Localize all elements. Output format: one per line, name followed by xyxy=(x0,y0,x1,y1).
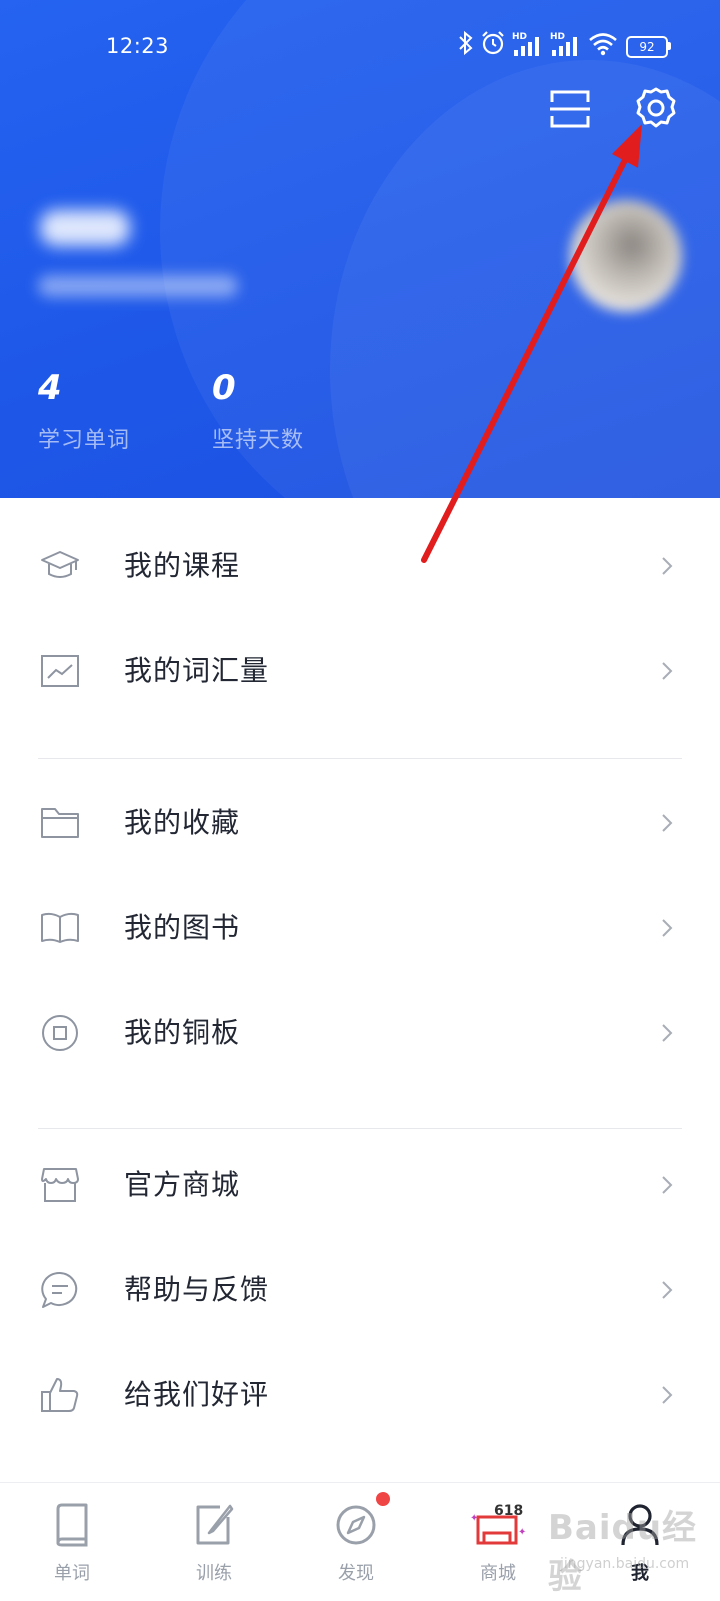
watermark-url: jingyan.baidu.com xyxy=(560,1556,690,1572)
svg-text:HD: HD xyxy=(512,32,527,42)
shop-618-icon: 618 ✦ ✦ xyxy=(470,1503,526,1547)
stat-days[interactable]: 0 坚持天数 xyxy=(212,368,304,454)
menu-item-label: 我的图书 xyxy=(124,911,241,944)
tab-words[interactable]: 单词 xyxy=(0,1483,144,1601)
menu-item-label: 我的课程 xyxy=(124,549,241,582)
menu-item-label: 我的词汇量 xyxy=(124,654,270,687)
menu-item-favorites[interactable]: 我的收藏 xyxy=(0,770,720,876)
avatar[interactable] xyxy=(570,200,682,312)
edit-icon xyxy=(194,1503,234,1547)
bluetooth-icon xyxy=(458,30,474,60)
svg-text:HD: HD xyxy=(550,32,565,42)
stat-value: 4 xyxy=(38,368,62,408)
divider xyxy=(38,758,682,759)
menu-item-courses[interactable]: 我的课程 xyxy=(0,513,720,619)
watermark: Baidu经验 xyxy=(548,1508,698,1597)
divider xyxy=(38,1128,682,1129)
promo-text: 618 xyxy=(494,1503,523,1519)
menu-item-label: 官方商城 xyxy=(124,1168,241,1201)
chevron-right-icon xyxy=(660,812,674,834)
menu-item-label: 帮助与反馈 xyxy=(124,1273,270,1306)
user-name-blurred xyxy=(40,210,130,246)
signal-hd-icon: HD xyxy=(550,30,582,62)
chevron-right-icon xyxy=(660,1279,674,1301)
user-id-blurred xyxy=(38,275,238,297)
folder-icon xyxy=(40,803,80,843)
stat-label: 学习单词 xyxy=(38,428,131,453)
battery-icon: 92 xyxy=(626,36,668,58)
compass-icon xyxy=(336,1503,376,1547)
notification-badge xyxy=(376,1492,390,1506)
chevron-right-icon xyxy=(660,1384,674,1406)
menu-item-store[interactable]: 官方商城 xyxy=(0,1132,720,1238)
stat-label: 坚持天数 xyxy=(212,428,305,453)
chart-icon xyxy=(40,651,80,691)
menu-item-help-feedback[interactable]: 帮助与反馈 xyxy=(0,1237,720,1343)
stat-words[interactable]: 4 学习单词 xyxy=(38,368,130,454)
chevron-right-icon xyxy=(660,917,674,939)
store-icon xyxy=(40,1165,80,1205)
tab-training[interactable]: 训练 xyxy=(142,1483,286,1601)
menu-item-rate-us[interactable]: 给我们好评 xyxy=(0,1342,720,1448)
gear-icon[interactable] xyxy=(634,86,678,134)
menu-item-label: 我的收藏 xyxy=(124,806,241,839)
book-icon xyxy=(52,1503,92,1547)
tab-label: 单词 xyxy=(54,1563,90,1584)
menu-item-label: 我的铜板 xyxy=(124,1016,241,1049)
chevron-right-icon xyxy=(660,660,674,682)
wifi-icon xyxy=(588,30,618,60)
coin-icon xyxy=(40,1013,80,1053)
chevron-right-icon xyxy=(660,1022,674,1044)
graduation-cap-icon xyxy=(40,546,80,586)
chat-icon xyxy=(40,1270,80,1310)
menu-item-coins[interactable]: 我的铜板 xyxy=(0,980,720,1086)
signal-hd-icon: HD xyxy=(512,30,544,62)
chevron-right-icon xyxy=(660,555,674,577)
tab-discover[interactable]: 发现 xyxy=(284,1483,428,1601)
scan-icon[interactable] xyxy=(550,90,590,132)
menu-item-vocabulary[interactable]: 我的词汇量 xyxy=(0,618,720,724)
stat-value: 0 xyxy=(212,368,236,408)
tab-label: 训练 xyxy=(196,1563,232,1584)
menu-item-label: 给我们好评 xyxy=(124,1378,270,1411)
status-bar: 12:23 HD HD 92 xyxy=(0,0,720,96)
svg-text:✦: ✦ xyxy=(470,1513,478,1524)
tab-label: 发现 xyxy=(338,1563,374,1584)
battery-tip xyxy=(668,42,671,50)
chevron-right-icon xyxy=(660,1174,674,1196)
menu-item-books[interactable]: 我的图书 xyxy=(0,875,720,981)
svg-text:✦: ✦ xyxy=(518,1527,526,1538)
status-time: 12:23 xyxy=(106,34,170,58)
profile-header: 12:23 HD HD 92 4 学习单词 0 坚持天数 xyxy=(0,0,720,498)
alarm-icon xyxy=(480,30,506,60)
thumbs-up-icon xyxy=(40,1375,80,1415)
book-icon xyxy=(40,908,80,948)
